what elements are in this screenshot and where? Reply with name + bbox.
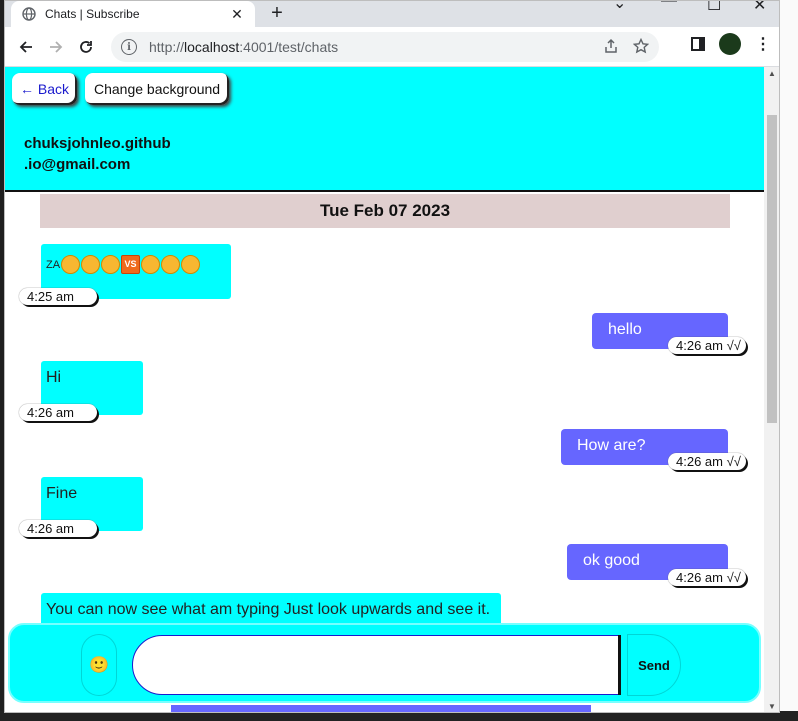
emoji-heart-eyes-icon [61,255,81,274]
emoji-heart-eyes-icon [81,255,101,274]
message-timestamp: 4:26 am [19,520,97,537]
emoji-no-mouth-icon [161,255,181,274]
browser-window: Chats | Subscribe ✕ + ⌄ — ☐ ✕ i http://l… [4,0,780,713]
toolbar-right: ⋮ [691,33,771,55]
scroll-up-icon[interactable]: ▲ [768,69,776,78]
emoji-kiss-icon [141,255,161,274]
message-timestamp: 4:25 am [19,288,97,305]
bookmark-star-icon[interactable] [632,37,650,57]
minimize-icon[interactable]: — [661,1,677,10]
address-bar[interactable]: i http://localhost:4001/test/chats [111,32,659,62]
message-text: Hi [46,369,62,386]
scrollbar-thumb[interactable] [767,115,777,423]
emoji-star-struck-icon [101,255,121,274]
message-timestamp: 4:26 am [19,404,97,421]
smiley-icon: 🙂 [89,657,109,674]
side-panel-icon[interactable] [691,37,705,51]
url-text: http://localhost:4001/test/chats [149,39,339,55]
message-text: Fine [46,485,78,502]
message-composer: 🙂 Send [8,623,761,703]
input-edge-divider [618,635,621,695]
forward-arrow-icon[interactable] [41,32,71,62]
message-text: You can now see what am typing Just look… [46,601,491,618]
share-icon[interactable] [603,38,619,57]
date-banner: Tue Feb 07 2023 [40,194,730,228]
maximize-icon[interactable]: ☐ [707,1,721,15]
message-text: ZA [46,258,61,271]
kebab-menu-icon[interactable]: ⋮ [755,34,771,54]
globe-icon [21,6,37,22]
scroll-down-icon[interactable]: ▼ [768,702,776,711]
browser-toolbar: i http://localhost:4001/test/chats ⋮ [5,27,779,67]
tab-search-icon[interactable]: ⌄ [613,1,626,13]
tab-strip: Chats | Subscribe ✕ + ⌄ — ☐ ✕ [5,1,779,27]
chat-header: ← Back Change background chuksjohnleo.gi… [5,67,764,192]
emoji-tongue-icon [181,255,201,274]
tab-title: Chats | Subscribe [45,7,140,21]
new-tab-button[interactable]: + [265,2,289,26]
message-timestamp: 4:26 am √√ [668,453,746,470]
desktop-backdrop-right [780,0,798,721]
change-background-button[interactable]: Change background [85,73,230,105]
page-scrollbar[interactable]: ▲ ▼ [764,67,779,712]
message-text: hello [608,321,642,338]
message-text: How are? [577,437,646,454]
profile-avatar[interactable] [719,33,741,55]
message-timestamp: 4:26 am √√ [668,569,746,586]
emoji-picker-button[interactable]: 🙂 [82,635,116,695]
message-timestamp: 4:26 am √√ [668,337,746,354]
message-text: ok good [583,552,640,569]
back-arrow-icon[interactable] [11,32,41,62]
back-button[interactable]: ← Back [12,73,78,105]
contact-email: chuksjohnleo.github .io@gmail.com [24,135,171,173]
reload-icon[interactable] [71,32,101,62]
outgoing-bubble-peek [171,705,591,712]
tab-chats[interactable]: Chats | Subscribe ✕ [11,1,255,27]
send-button[interactable]: Send [628,635,680,695]
emoji-vs-icon: VS [121,255,141,274]
page-viewport: ← Back Change background chuksjohnleo.gi… [5,67,764,712]
site-info-icon[interactable]: i [121,39,137,55]
close-window-icon[interactable]: ✕ [753,1,766,15]
message-input[interactable] [132,635,620,695]
close-tab-icon[interactable]: ✕ [229,6,245,23]
